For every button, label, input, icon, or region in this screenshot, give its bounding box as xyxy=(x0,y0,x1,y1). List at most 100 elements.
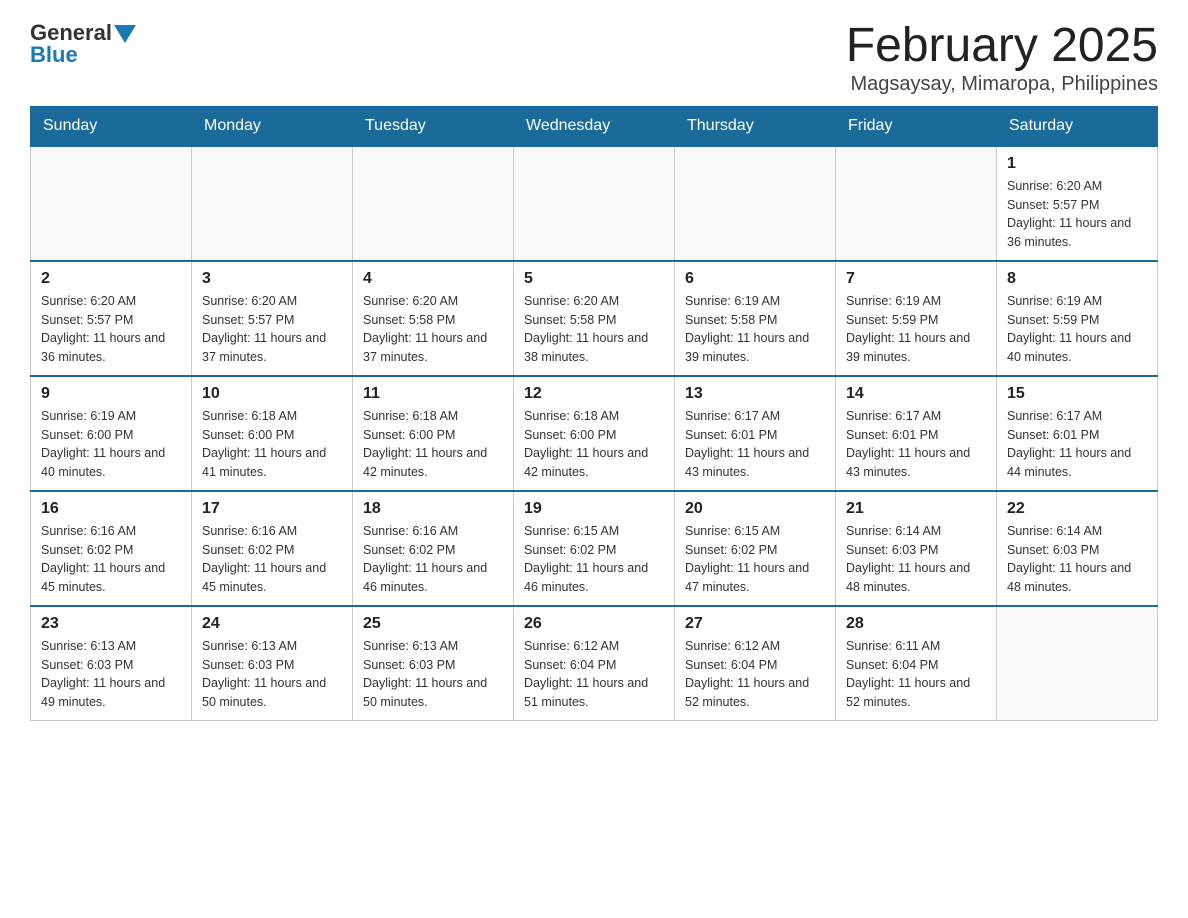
calendar-week-row: 23 Sunrise: 6:13 AMSunset: 6:03 PMDayligh… xyxy=(31,606,1158,721)
day-number: 9 xyxy=(41,385,181,403)
day-info: Sunrise: 6:18 AMSunset: 6:00 PMDaylight:… xyxy=(524,407,664,482)
day-number: 14 xyxy=(846,385,986,403)
day-number: 10 xyxy=(202,385,342,403)
calendar-day-cell: 2 Sunrise: 6:20 AMSunset: 5:57 PMDaylight… xyxy=(31,261,192,376)
day-info: Sunrise: 6:19 AMSunset: 6:00 PMDaylight:… xyxy=(41,407,181,482)
day-info: Sunrise: 6:16 AMSunset: 6:02 PMDaylight:… xyxy=(41,522,181,597)
calendar-table: SundayMondayTuesdayWednesdayThursdayFrid… xyxy=(30,106,1158,721)
calendar-day-cell: 26 Sunrise: 6:12 AMSunset: 6:04 PMDayligh… xyxy=(514,606,675,721)
calendar-day-cell: 28 Sunrise: 6:11 AMSunset: 6:04 PMDayligh… xyxy=(836,606,997,721)
day-info: Sunrise: 6:16 AMSunset: 6:02 PMDaylight:… xyxy=(363,522,503,597)
day-number: 17 xyxy=(202,500,342,518)
logo: General Blue xyxy=(30,20,136,68)
day-info: Sunrise: 6:18 AMSunset: 6:00 PMDaylight:… xyxy=(202,407,342,482)
calendar-day-cell: 5 Sunrise: 6:20 AMSunset: 5:58 PMDaylight… xyxy=(514,261,675,376)
calendar-day-cell: 7 Sunrise: 6:19 AMSunset: 5:59 PMDaylight… xyxy=(836,261,997,376)
page-title: February 2025 xyxy=(846,20,1158,73)
day-number: 6 xyxy=(685,270,825,288)
day-number: 12 xyxy=(524,385,664,403)
col-header-monday: Monday xyxy=(192,106,353,146)
calendar-week-row: 1 Sunrise: 6:20 AMSunset: 5:57 PMDaylight… xyxy=(31,146,1158,261)
day-number: 22 xyxy=(1007,500,1147,518)
day-number: 24 xyxy=(202,615,342,633)
day-info: Sunrise: 6:16 AMSunset: 6:02 PMDaylight:… xyxy=(202,522,342,597)
day-number: 3 xyxy=(202,270,342,288)
day-number: 1 xyxy=(1007,155,1147,173)
calendar-day-cell: 23 Sunrise: 6:13 AMSunset: 6:03 PMDayligh… xyxy=(31,606,192,721)
calendar-day-cell: 9 Sunrise: 6:19 AMSunset: 6:00 PMDaylight… xyxy=(31,376,192,491)
day-info: Sunrise: 6:12 AMSunset: 6:04 PMDaylight:… xyxy=(685,637,825,712)
day-info: Sunrise: 6:19 AMSunset: 5:58 PMDaylight:… xyxy=(685,292,825,367)
day-number: 28 xyxy=(846,615,986,633)
page-subtitle: Magsaysay, Mimaropa, Philippines xyxy=(846,73,1158,96)
day-info: Sunrise: 6:17 AMSunset: 6:01 PMDaylight:… xyxy=(685,407,825,482)
day-number: 2 xyxy=(41,270,181,288)
day-number: 15 xyxy=(1007,385,1147,403)
calendar-day-cell: 14 Sunrise: 6:17 AMSunset: 6:01 PMDayligh… xyxy=(836,376,997,491)
logo-blue-text: Blue xyxy=(30,42,78,68)
calendar-day-cell: 21 Sunrise: 6:14 AMSunset: 6:03 PMDayligh… xyxy=(836,491,997,606)
day-number: 20 xyxy=(685,500,825,518)
day-number: 21 xyxy=(846,500,986,518)
calendar-day-cell: 10 Sunrise: 6:18 AMSunset: 6:00 PMDayligh… xyxy=(192,376,353,491)
col-header-tuesday: Tuesday xyxy=(353,106,514,146)
day-number: 19 xyxy=(524,500,664,518)
day-info: Sunrise: 6:17 AMSunset: 6:01 PMDaylight:… xyxy=(846,407,986,482)
day-info: Sunrise: 6:20 AMSunset: 5:57 PMDaylight:… xyxy=(202,292,342,367)
calendar-day-cell: 11 Sunrise: 6:18 AMSunset: 6:00 PMDayligh… xyxy=(353,376,514,491)
calendar-day-cell: 17 Sunrise: 6:16 AMSunset: 6:02 PMDayligh… xyxy=(192,491,353,606)
day-number: 5 xyxy=(524,270,664,288)
day-info: Sunrise: 6:14 AMSunset: 6:03 PMDaylight:… xyxy=(1007,522,1147,597)
day-number: 25 xyxy=(363,615,503,633)
calendar-day-cell: 18Sunrise: 6:16 AMSunset: 6:02 PMDayligh… xyxy=(353,491,514,606)
day-info: Sunrise: 6:12 AMSunset: 6:04 PMDaylight:… xyxy=(524,637,664,712)
calendar-header-row: SundayMondayTuesdayWednesdayThursdayFrid… xyxy=(31,106,1158,146)
day-number: 13 xyxy=(685,385,825,403)
col-header-sunday: Sunday xyxy=(31,106,192,146)
title-section: February 2025 Magsaysay, Mimaropa, Phili… xyxy=(846,20,1158,96)
calendar-day-cell: 24 Sunrise: 6:13 AMSunset: 6:03 PMDayligh… xyxy=(192,606,353,721)
day-info: Sunrise: 6:13 AMSunset: 6:03 PMDaylight:… xyxy=(202,637,342,712)
day-info: Sunrise: 6:18 AMSunset: 6:00 PMDaylight:… xyxy=(363,407,503,482)
calendar-day-cell xyxy=(675,146,836,261)
calendar-day-cell xyxy=(31,146,192,261)
calendar-day-cell: 6 Sunrise: 6:19 AMSunset: 5:58 PMDaylight… xyxy=(675,261,836,376)
calendar-day-cell: 22 Sunrise: 6:14 AMSunset: 6:03 PMDayligh… xyxy=(997,491,1158,606)
day-number: 7 xyxy=(846,270,986,288)
day-info: Sunrise: 6:19 AMSunset: 5:59 PMDaylight:… xyxy=(846,292,986,367)
day-info: Sunrise: 6:13 AMSunset: 6:03 PMDaylight:… xyxy=(41,637,181,712)
day-number: 16 xyxy=(41,500,181,518)
calendar-day-cell: 19Sunrise: 6:15 AMSunset: 6:02 PMDayligh… xyxy=(514,491,675,606)
calendar-day-cell xyxy=(192,146,353,261)
day-number: 23 xyxy=(41,615,181,633)
col-header-wednesday: Wednesday xyxy=(514,106,675,146)
day-info: Sunrise: 6:20 AMSunset: 5:58 PMDaylight:… xyxy=(363,292,503,367)
day-number: 11 xyxy=(363,385,503,403)
day-info: Sunrise: 6:20 AMSunset: 5:58 PMDaylight:… xyxy=(524,292,664,367)
calendar-day-cell: 20 Sunrise: 6:15 AMSunset: 6:02 PMDayligh… xyxy=(675,491,836,606)
calendar-day-cell: 16 Sunrise: 6:16 AMSunset: 6:02 PMDayligh… xyxy=(31,491,192,606)
day-info: Sunrise: 6:20 AMSunset: 5:57 PMDaylight:… xyxy=(41,292,181,367)
logo-triangle-icon xyxy=(114,25,136,43)
day-number: 27 xyxy=(685,615,825,633)
calendar-week-row: 9 Sunrise: 6:19 AMSunset: 6:00 PMDaylight… xyxy=(31,376,1158,491)
day-number: 8 xyxy=(1007,270,1147,288)
calendar-day-cell xyxy=(836,146,997,261)
calendar-day-cell: 8Sunrise: 6:19 AMSunset: 5:59 PMDaylight… xyxy=(997,261,1158,376)
day-info: Sunrise: 6:11 AMSunset: 6:04 PMDaylight:… xyxy=(846,637,986,712)
day-info: Sunrise: 6:15 AMSunset: 6:02 PMDaylight:… xyxy=(685,522,825,597)
day-info: Sunrise: 6:14 AMSunset: 6:03 PMDaylight:… xyxy=(846,522,986,597)
calendar-day-cell: 13 Sunrise: 6:17 AMSunset: 6:01 PMDayligh… xyxy=(675,376,836,491)
col-header-thursday: Thursday xyxy=(675,106,836,146)
day-number: 26 xyxy=(524,615,664,633)
calendar-week-row: 16 Sunrise: 6:16 AMSunset: 6:02 PMDayligh… xyxy=(31,491,1158,606)
calendar-day-cell: 4Sunrise: 6:20 AMSunset: 5:58 PMDaylight… xyxy=(353,261,514,376)
day-info: Sunrise: 6:20 AMSunset: 5:57 PMDaylight:… xyxy=(1007,177,1147,252)
calendar-day-cell: 3 Sunrise: 6:20 AMSunset: 5:57 PMDaylight… xyxy=(192,261,353,376)
calendar-day-cell: 27 Sunrise: 6:12 AMSunset: 6:04 PMDayligh… xyxy=(675,606,836,721)
col-header-friday: Friday xyxy=(836,106,997,146)
calendar-day-cell: 1 Sunrise: 6:20 AMSunset: 5:57 PMDaylight… xyxy=(997,146,1158,261)
calendar-day-cell xyxy=(514,146,675,261)
calendar-day-cell: 25 Sunrise: 6:13 AMSunset: 6:03 PMDayligh… xyxy=(353,606,514,721)
day-info: Sunrise: 6:13 AMSunset: 6:03 PMDaylight:… xyxy=(363,637,503,712)
